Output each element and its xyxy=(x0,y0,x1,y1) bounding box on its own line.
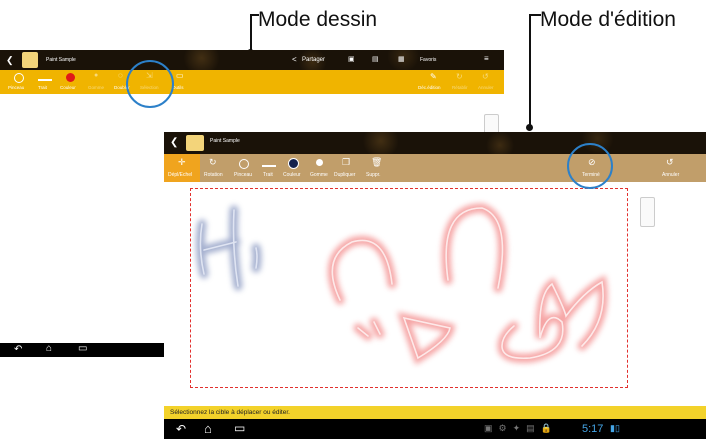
color-icon[interactable] xyxy=(66,73,75,82)
draw-app-title: Paint Sample xyxy=(46,57,76,63)
tool-label-rotate: Rotation xyxy=(204,172,223,178)
edit-line-icon[interactable] xyxy=(262,165,276,167)
export-icon[interactable]: ▤ xyxy=(372,55,379,63)
eraser-icon[interactable]: ● xyxy=(94,72,98,79)
recent-apps-icon[interactable]: ▭ xyxy=(78,343,87,354)
tool-label-move: Dépl/Echel xyxy=(168,172,193,178)
tool-label-brush: Pinceau xyxy=(8,85,25,90)
back-arrow-icon[interactable]: ❮ xyxy=(6,55,14,66)
clock: 5:17 xyxy=(582,423,604,435)
edit-mode-icon[interactable]: ✎ xyxy=(430,72,437,81)
back-nav-icon[interactable]: ↶ xyxy=(14,344,22,355)
edit-mode-callout: Mode d'édition xyxy=(540,8,676,31)
home-nav-icon[interactable]: ⌂ xyxy=(46,343,52,354)
edit-app-icon xyxy=(186,135,204,151)
tool-label-edit-eraser: Gomme xyxy=(310,172,328,178)
drawing-canvas[interactable] xyxy=(190,188,628,388)
tool-label-redo: Rétablir xyxy=(452,85,468,90)
share-button[interactable]: Partager xyxy=(302,57,325,63)
tool-label-line: Trait xyxy=(38,85,47,90)
edit-mode-screen: ❮ Paint Sample ✛ ↻ ❐ 🗑 Dépl/Echel Rotati… xyxy=(164,132,706,439)
tool-label-edit-color: Couleur xyxy=(283,172,301,178)
share-icon[interactable]: < xyxy=(292,55,297,64)
edit-home-nav-icon[interactable]: ⌂ xyxy=(204,421,212,436)
edit-toolbar: ✛ ↻ ❐ 🗑 Dépl/Echel Rotation Pinceau Trai… xyxy=(164,154,706,182)
edit-app-title: Paint Sample xyxy=(210,138,240,144)
redo-icon[interactable]: ↻ xyxy=(456,72,463,81)
blue-hi-strokes xyxy=(195,205,262,291)
edit-back-nav-icon[interactable]: ↶ xyxy=(176,422,186,436)
grid-icon[interactable]: ▦ xyxy=(398,55,405,63)
edit-mode-dot xyxy=(526,124,533,131)
favorites-dropdown[interactable]: Favoris xyxy=(420,57,436,63)
duplicate-icon[interactable]: ❐ xyxy=(342,157,350,168)
tool-label-delete: Suppr. xyxy=(366,172,381,178)
edit-undo-button[interactable]: Annuler xyxy=(662,172,679,178)
double-icon[interactable]: ◌ xyxy=(118,71,123,80)
notification-icons: ▣⚙✦▤🔒 xyxy=(484,423,558,433)
red-drawing-strokes xyxy=(327,203,608,365)
tool-label-edit-line: Trait xyxy=(263,172,273,178)
undo-icon[interactable]: ↺ xyxy=(482,72,489,81)
edit-undo-icon[interactable]: ↺ xyxy=(666,157,674,168)
edit-recent-apps-icon[interactable]: ▭ xyxy=(234,421,245,435)
tool-label-undo: Annuler xyxy=(478,85,494,90)
line-icon[interactable] xyxy=(38,79,52,81)
delete-icon[interactable]: 🗑 xyxy=(371,157,382,168)
move-icon: ✛ xyxy=(178,157,186,167)
edit-back-arrow-icon[interactable]: ❮ xyxy=(170,137,178,148)
save-icon[interactable]: ▣ xyxy=(348,55,355,63)
edit-nav-bar: ↶ ⌂ ▭ ▣⚙✦▤🔒 5:17 ▮▯ xyxy=(164,419,706,439)
done-highlight-circle xyxy=(567,143,613,189)
tool-label-eraser: Gomme xyxy=(88,85,105,90)
edit-mode-leader xyxy=(529,22,531,126)
tool-label-edit: Déc.édition xyxy=(418,85,441,90)
battery-icon: ▮▯ xyxy=(610,423,620,433)
tool-label-edit-brush: Pinceau xyxy=(234,172,253,178)
edit-color-icon[interactable] xyxy=(288,158,299,169)
edit-scrollbar[interactable] xyxy=(640,197,655,227)
menu-icon[interactable]: ≡ xyxy=(484,54,489,63)
edit-brush-icon[interactable] xyxy=(239,159,249,169)
tool-label-duplicate: Dupliquer xyxy=(334,172,356,178)
app-icon xyxy=(22,52,38,68)
draw-mode-callout: Mode dessin xyxy=(258,8,378,31)
edit-title-bar: ❮ Paint Sample xyxy=(164,132,706,154)
edit-eraser-icon[interactable] xyxy=(316,159,323,166)
brush-icon[interactable] xyxy=(14,73,24,83)
tool-label-color: Couleur xyxy=(60,85,76,90)
tools-icon[interactable]: ▭ xyxy=(176,71,184,80)
status-message: Sélectionnez la cible à déplacer ou édit… xyxy=(164,406,706,419)
draw-mode-screen: ❮ Paint Sample < Partager ▣ ▤ ▦ Favoris … xyxy=(0,50,504,114)
selection-highlight-circle xyxy=(126,60,174,108)
draw-nav-bar: ↶ ⌂ ▭ xyxy=(0,343,164,357)
rotate-icon[interactable]: ↻ xyxy=(209,157,217,168)
draw-title-bar: ❮ Paint Sample < Partager ▣ ▤ ▦ Favoris … xyxy=(0,50,504,70)
draw-toolbar: ● ◌ ⇲ ▭ Pinceau Trait Couleur Gomme Doub… xyxy=(0,70,504,94)
